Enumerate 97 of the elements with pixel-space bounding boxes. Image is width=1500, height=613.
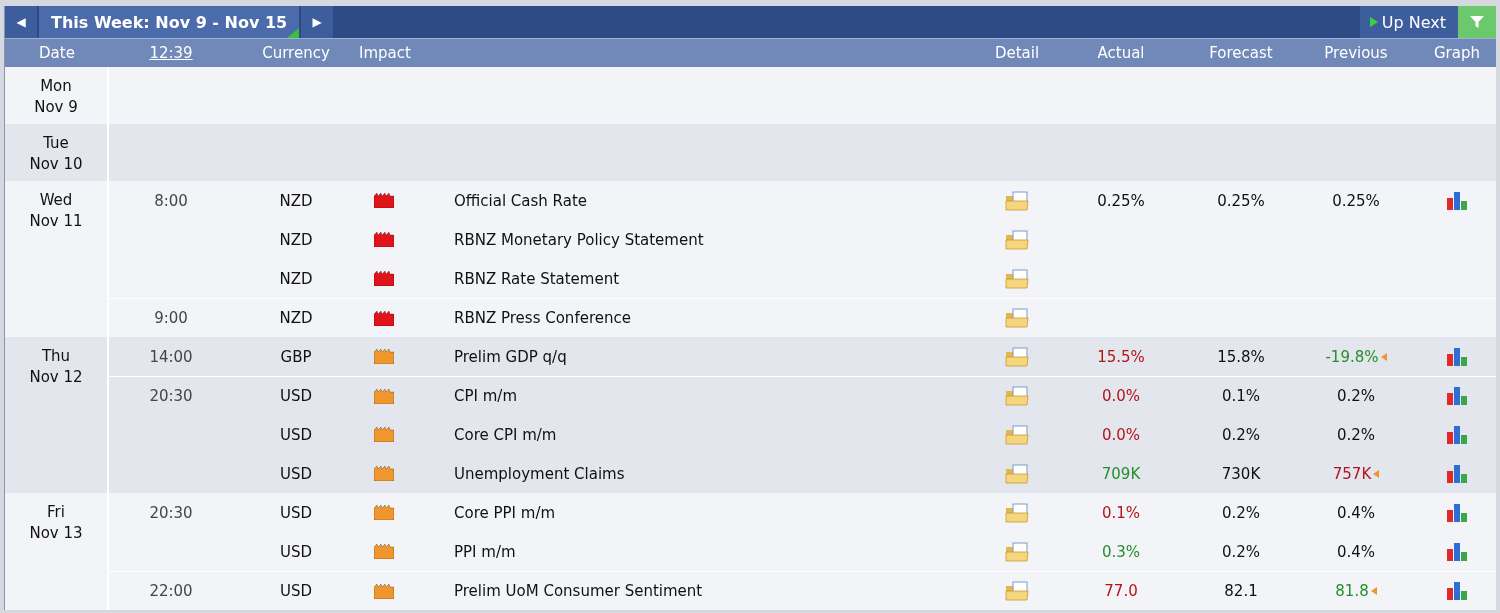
- forecast-value: 0.2%: [1221, 503, 1261, 522]
- currency-code: NZD: [279, 309, 313, 327]
- week-title-button[interactable]: This Week: Nov 9 - Nov 15: [39, 6, 300, 38]
- event-title: CPI m/m: [454, 387, 517, 405]
- event-title: Official Cash Rate: [454, 191, 587, 210]
- column-header: Forecast: [1209, 44, 1273, 62]
- bar-chart-icon[interactable]: [1446, 425, 1468, 444]
- detail-folder-icon[interactable]: [1005, 346, 1029, 367]
- forecast-value: 0.2%: [1221, 542, 1261, 561]
- detail-folder-icon[interactable]: [1005, 308, 1029, 328]
- forecast-value: 82.1: [1224, 582, 1258, 600]
- date-label: Nov 9: [34, 97, 78, 118]
- weekday-label: Fri: [47, 502, 65, 523]
- bar-chart-icon[interactable]: [1446, 191, 1468, 210]
- forecast-value: 15.8%: [1217, 347, 1265, 366]
- previous-value: 0.2%: [1336, 387, 1376, 405]
- previous-value: 757K: [1332, 464, 1372, 483]
- actual-value: 0.25%: [1097, 191, 1145, 210]
- currency-code: USD: [279, 582, 313, 600]
- event-title: Prelim UoM Consumer Sentiment: [454, 582, 703, 600]
- detail-folder-icon[interactable]: [1005, 190, 1029, 211]
- event-time: 20:30: [149, 387, 193, 405]
- current-time-link[interactable]: 12:39: [149, 44, 193, 62]
- event-title: RBNZ Press Conference: [454, 309, 631, 327]
- previous-value: -19.8%: [1325, 347, 1379, 366]
- column-header: Actual: [1097, 44, 1145, 62]
- detail-folder-icon[interactable]: [1005, 502, 1029, 523]
- column-header: Date: [39, 44, 75, 62]
- column-header: Graph: [1434, 44, 1480, 62]
- column-header: Previous: [1324, 44, 1388, 62]
- date-label: Nov 13: [29, 523, 83, 544]
- event-title: RBNZ Rate Statement: [454, 269, 620, 288]
- forecast-value: 0.25%: [1217, 191, 1265, 210]
- event-time: 8:00: [154, 191, 188, 210]
- currency-code: USD: [279, 425, 313, 444]
- previous-value: 0.25%: [1332, 191, 1380, 210]
- forecast-value: 730K: [1221, 464, 1261, 483]
- actual-value: 15.5%: [1097, 347, 1145, 366]
- play-icon: [1369, 17, 1378, 27]
- currency-code: NZD: [279, 230, 313, 249]
- actual-value: 0.0%: [1101, 425, 1141, 444]
- forecast-value: 0.2%: [1221, 425, 1261, 444]
- previous-value: 0.4%: [1336, 542, 1376, 561]
- detail-folder-icon[interactable]: [1005, 268, 1029, 289]
- actual-value: 0.1%: [1101, 503, 1141, 522]
- event-time: 20:30: [149, 503, 193, 522]
- event-title: Core CPI m/m: [454, 425, 557, 444]
- currency-code: USD: [279, 503, 313, 522]
- previous-value: 81.8: [1335, 582, 1369, 600]
- bar-chart-icon[interactable]: [1446, 503, 1468, 522]
- actual-value: 77.0: [1104, 582, 1138, 600]
- bar-chart-icon[interactable]: [1446, 387, 1468, 405]
- date-label: Nov 12: [29, 367, 83, 388]
- weekday-label: Thu: [41, 346, 71, 367]
- currency-code: USD: [279, 464, 313, 483]
- weekday-label: Wed: [39, 190, 73, 211]
- event-title: Unemployment Claims: [454, 464, 625, 483]
- forecast-value: 0.1%: [1221, 387, 1261, 405]
- weekday-label: Mon: [40, 76, 72, 97]
- detail-folder-icon[interactable]: [1005, 581, 1029, 601]
- event-title: PPI m/m: [454, 542, 516, 561]
- bar-chart-icon[interactable]: [1446, 582, 1468, 600]
- bar-chart-icon[interactable]: [1446, 542, 1468, 561]
- actual-value: 0.0%: [1101, 387, 1141, 405]
- actual-value: 709K: [1101, 464, 1141, 483]
- detail-folder-icon[interactable]: [1005, 229, 1029, 250]
- event-time: 9:00: [154, 309, 188, 327]
- currency-code: NZD: [279, 269, 313, 288]
- detail-folder-icon[interactable]: [1005, 386, 1029, 406]
- currency-code: USD: [279, 387, 313, 405]
- previous-value: 0.2%: [1336, 425, 1376, 444]
- event-time: 22:00: [149, 582, 193, 600]
- column-header: Currency: [262, 44, 330, 62]
- column-header: Detail: [994, 44, 1040, 62]
- weekday-label: Tue: [43, 133, 69, 154]
- filter-button[interactable]: [1458, 6, 1496, 38]
- event-title: RBNZ Monetary Policy Statement: [454, 230, 704, 249]
- previous-value: 0.4%: [1336, 503, 1376, 522]
- currency-code: NZD: [279, 191, 313, 210]
- detail-folder-icon[interactable]: [1005, 424, 1029, 445]
- currency-code: GBP: [280, 347, 312, 366]
- bar-chart-icon[interactable]: [1446, 347, 1468, 366]
- date-label: Nov 10: [29, 154, 83, 175]
- event-title: Core PPI m/m: [454, 503, 556, 522]
- currency-code: USD: [279, 542, 313, 561]
- event-title: Prelim GDP q/q: [454, 347, 567, 366]
- filter-icon: [1470, 15, 1484, 29]
- event-time: 14:00: [149, 347, 193, 366]
- up-next-button[interactable]: Up Next: [1359, 6, 1458, 38]
- detail-folder-icon[interactable]: [1005, 541, 1029, 562]
- detail-folder-icon[interactable]: [1005, 463, 1029, 484]
- actual-value: 0.3%: [1101, 542, 1141, 561]
- column-header: Impact: [359, 44, 411, 62]
- previous-week-button[interactable]: ◀: [5, 6, 37, 38]
- next-week-button[interactable]: ▶: [301, 6, 334, 38]
- bar-chart-icon[interactable]: [1446, 464, 1468, 483]
- date-label: Nov 11: [29, 211, 83, 232]
